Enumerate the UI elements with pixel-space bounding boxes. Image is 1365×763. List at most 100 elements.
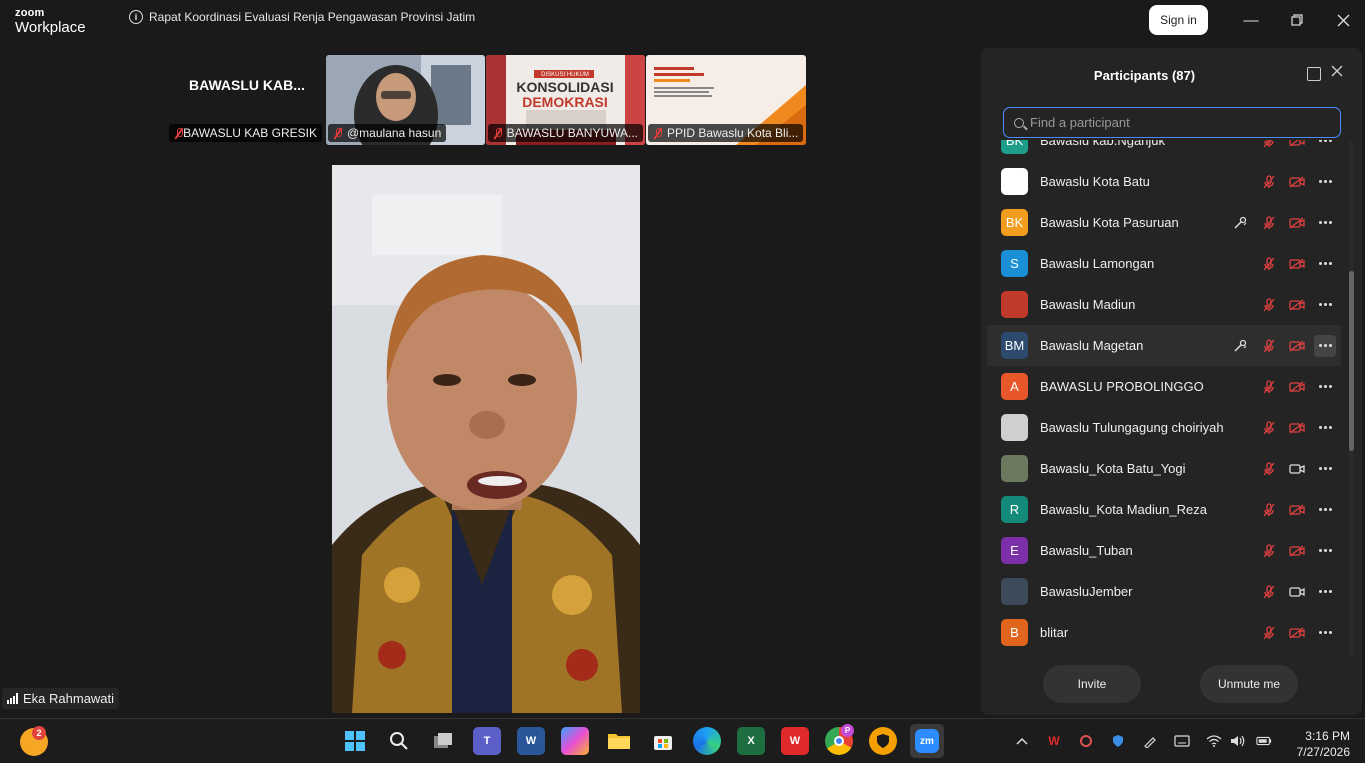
mic-muted-icon[interactable]	[1260, 337, 1278, 355]
participant-row[interactable]: Bblitar	[987, 612, 1341, 653]
more-options-icon[interactable]	[1314, 417, 1336, 439]
participant-avatar	[1001, 578, 1028, 605]
close-window-icon[interactable]	[1333, 10, 1353, 30]
more-options-icon[interactable]	[1314, 212, 1336, 234]
video-tile-blitar[interactable]: PPID Bawaslu Kota Bli...	[646, 55, 806, 145]
mic-muted-icon[interactable]	[1260, 255, 1278, 273]
minimize-icon[interactable]: —	[1241, 10, 1261, 30]
participant-row[interactable]: BK Bawaslu Kota Pasuruan	[987, 202, 1341, 243]
meeting-title[interactable]: i Rapat Koordinasi Evaluasi Renja Pengaw…	[129, 10, 475, 24]
mic-muted-icon[interactable]	[1260, 214, 1278, 232]
pen-tray-icon[interactable]	[1142, 733, 1158, 749]
more-options-icon[interactable]	[1314, 376, 1336, 398]
participant-row[interactable]: Bawaslu Madiun	[987, 284, 1341, 325]
camera-off-icon[interactable]	[1288, 173, 1306, 191]
camera-off-icon[interactable]	[1288, 255, 1306, 273]
zoom-taskbar-icon[interactable]: zm	[910, 724, 944, 758]
mic-muted-icon[interactable]	[1260, 583, 1278, 601]
camera-off-icon[interactable]	[1288, 140, 1306, 150]
mic-muted-icon[interactable]	[1260, 419, 1278, 437]
volume-icon[interactable]	[1230, 733, 1246, 749]
keyboard-tray-icon[interactable]	[1174, 733, 1190, 749]
mic-muted-icon[interactable]	[1260, 173, 1278, 191]
show-hidden-icons-chevron[interactable]	[1014, 733, 1030, 749]
tile-display-name: BAWASLU KAB...	[189, 77, 305, 93]
wifi-icon[interactable]	[1206, 733, 1222, 749]
more-options-icon[interactable]	[1314, 499, 1336, 521]
mic-muted-icon[interactable]	[1260, 542, 1278, 560]
weather-widget-icon[interactable]: 2	[20, 726, 48, 756]
word-icon[interactable]: W	[517, 727, 545, 755]
wps-tray-icon[interactable]: W	[1046, 733, 1062, 749]
close-panel-icon[interactable]	[1331, 64, 1343, 82]
participant-row[interactable]: BM Bawaslu Magetan	[987, 325, 1341, 366]
microsoft-store-icon[interactable]	[649, 727, 677, 755]
edge-icon[interactable]	[693, 727, 721, 755]
more-options-icon[interactable]	[1314, 540, 1336, 562]
unmute-me-button[interactable]: Unmute me	[1200, 665, 1298, 703]
mic-muted-icon[interactable]	[1260, 140, 1278, 150]
more-options-icon[interactable]	[1314, 458, 1336, 480]
more-options-icon[interactable]	[1314, 622, 1336, 644]
video-tile-banyuwangi[interactable]: DISKUSI HUKUM KONSOLIDASI DEMOKRASI BAWA…	[486, 55, 645, 145]
camera-on-icon[interactable]	[1288, 583, 1306, 601]
camera-off-icon[interactable]	[1288, 542, 1306, 560]
participant-avatar: B	[1001, 619, 1028, 646]
active-speaker-video[interactable]	[332, 165, 640, 713]
teams-icon[interactable]: T	[473, 727, 501, 755]
camera-off-icon[interactable]	[1288, 378, 1306, 396]
participant-row[interactable]: Bawaslu_Kota Batu_Yogi	[987, 448, 1341, 489]
camera-off-icon[interactable]	[1288, 419, 1306, 437]
camera-off-icon[interactable]	[1288, 501, 1306, 519]
camera-off-icon[interactable]	[1288, 214, 1306, 232]
mic-muted-icon[interactable]	[1260, 378, 1278, 396]
more-options-icon[interactable]	[1314, 294, 1336, 316]
more-options-icon[interactable]	[1314, 171, 1336, 193]
invite-button[interactable]: Invite	[1043, 665, 1141, 703]
more-options-icon[interactable]	[1314, 140, 1336, 152]
search-taskbar-icon[interactable]	[385, 727, 413, 755]
participant-row[interactable]: Bawaslu Tulungagung choiriyah	[987, 407, 1341, 448]
participant-row[interactable]: S Bawaslu Lamongan	[987, 243, 1341, 284]
security-tray-icon[interactable]	[1110, 733, 1126, 749]
more-options-icon[interactable]	[1314, 253, 1336, 275]
camera-off-icon[interactable]	[1288, 624, 1306, 642]
chrome-icon[interactable]: P	[825, 724, 854, 755]
mic-muted-icon[interactable]	[1260, 296, 1278, 314]
sign-in-button[interactable]: Sign in	[1149, 5, 1208, 35]
info-icon[interactable]: i	[129, 10, 143, 24]
file-explorer-icon[interactable]	[605, 727, 633, 755]
battery-icon[interactable]	[1256, 733, 1272, 749]
participant-search[interactable]	[1003, 107, 1341, 138]
camera-off-icon[interactable]	[1288, 296, 1306, 314]
video-tile-maulana[interactable]: @maulana hasun	[326, 55, 485, 145]
participant-list-scrollbar[interactable]	[1349, 141, 1354, 656]
sync-tray-icon[interactable]	[1078, 733, 1094, 749]
participant-row[interactable]: R Bawaslu_Kota Madiun_Reza	[987, 489, 1341, 530]
participant-row[interactable]: BK Bawaslu kab.Nganjuk	[987, 140, 1341, 161]
spotlight-icon[interactable]	[1231, 214, 1249, 232]
participant-search-input[interactable]	[1030, 115, 1320, 130]
windows-start-icon[interactable]	[341, 727, 369, 755]
scrollbar-thumb[interactable]	[1349, 271, 1354, 451]
restore-icon[interactable]	[1287, 10, 1307, 30]
mic-muted-icon[interactable]	[1260, 501, 1278, 519]
participant-row[interactable]: Bawaslu Kota Batu	[987, 161, 1341, 202]
camera-off-icon[interactable]	[1288, 337, 1306, 355]
mic-muted-icon[interactable]	[1260, 624, 1278, 642]
more-options-icon[interactable]	[1314, 581, 1336, 603]
mic-muted-icon[interactable]	[1260, 460, 1278, 478]
participant-row[interactable]: BawasluJember	[987, 571, 1341, 612]
participant-row[interactable]: A BAWASLU PROBOLINGGO	[987, 366, 1341, 407]
camera-on-icon[interactable]	[1288, 460, 1306, 478]
task-view-icon[interactable]	[429, 727, 457, 755]
wps-office-icon[interactable]: W	[781, 727, 809, 755]
system-clock[interactable]: 3:16 PM 7/27/2026	[1280, 728, 1350, 760]
spotlight-icon[interactable]	[1231, 337, 1249, 355]
more-options-icon[interactable]	[1314, 334, 1336, 357]
excel-icon[interactable]: X	[737, 727, 765, 755]
pop-out-icon[interactable]	[1307, 67, 1321, 81]
vpn-shield-icon[interactable]	[869, 727, 897, 755]
copilot-icon[interactable]	[561, 727, 589, 755]
participant-row[interactable]: E Bawaslu_Tuban	[987, 530, 1341, 571]
